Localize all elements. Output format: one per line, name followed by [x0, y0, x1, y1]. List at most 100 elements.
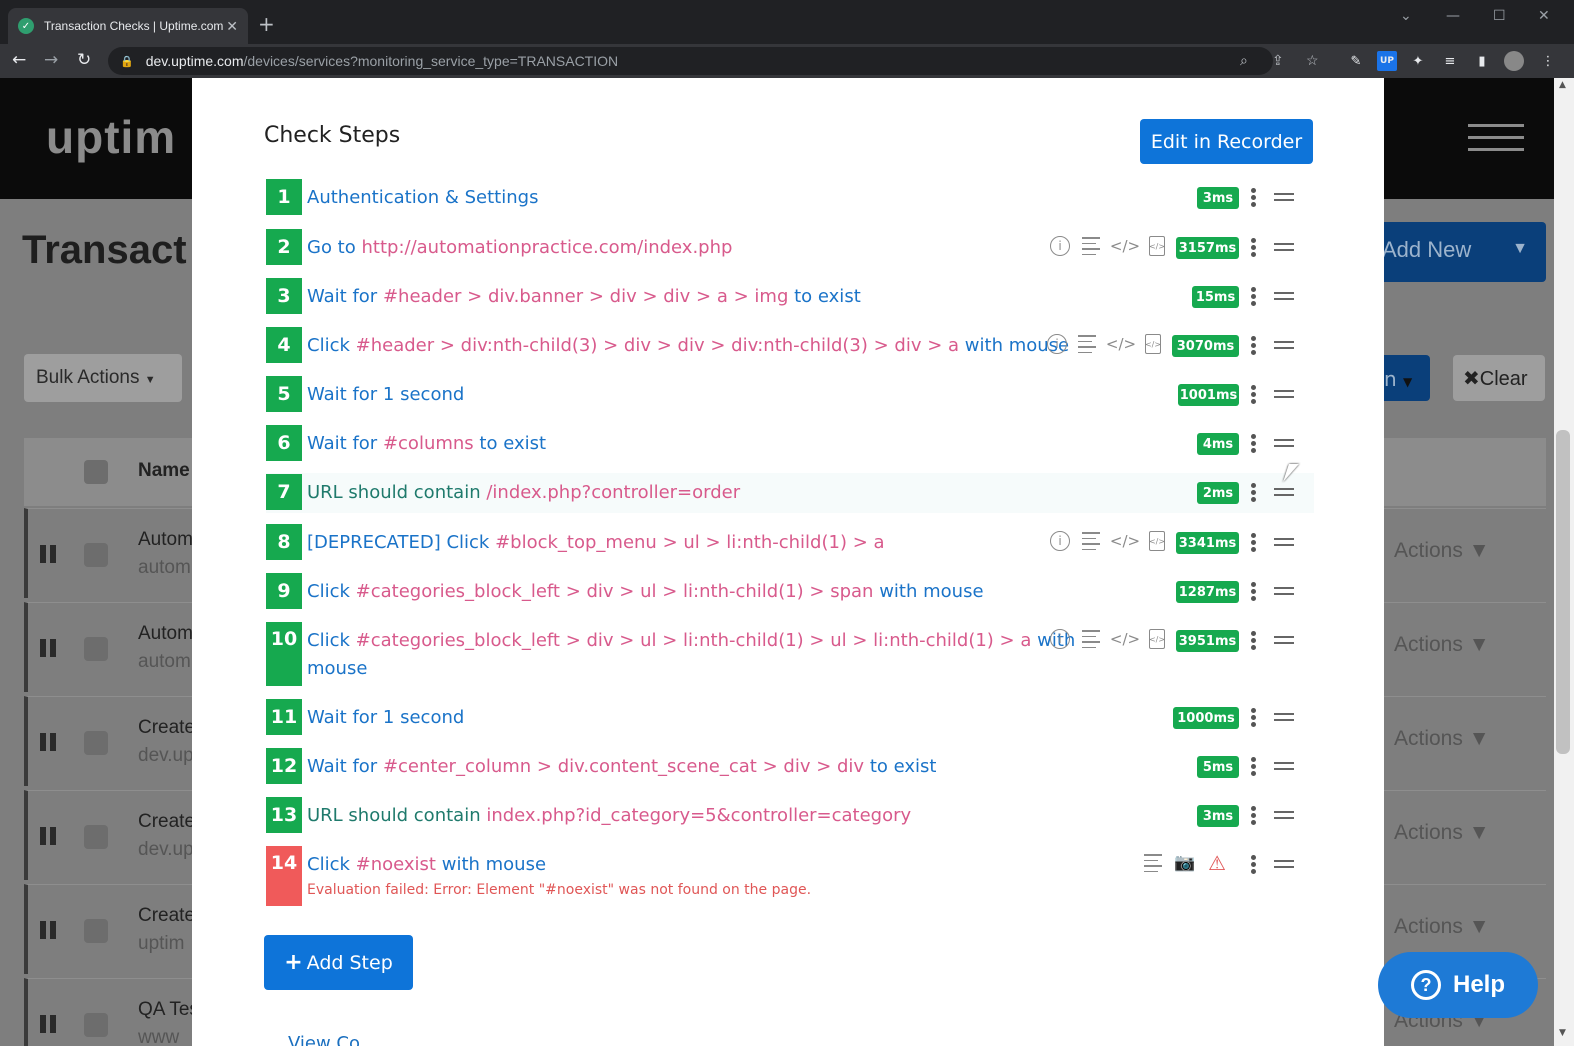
row-checkbox[interactable]	[84, 1013, 108, 1037]
step-row-failed[interactable]: 14 Click #noexist with mouse Evaluation …	[266, 846, 1314, 908]
row-name[interactable]: Autom	[138, 529, 193, 551]
row-name[interactable]: Create	[138, 717, 195, 739]
select-all-checkbox[interactable]	[84, 460, 108, 484]
browser-tab[interactable]: ✓ Transaction Checks | Uptime.com ✕	[8, 8, 248, 44]
step-menu-icon[interactable]	[1251, 434, 1257, 454]
tab-search-icon[interactable]: ⌄	[1400, 8, 1412, 24]
uptime-logo[interactable]: uptim	[46, 110, 176, 164]
info-icon[interactable]: i	[1050, 236, 1070, 256]
info-icon[interactable]: i	[1050, 629, 1070, 649]
warning-icon[interactable]: ⚠	[1206, 851, 1228, 875]
clear-button[interactable]: ✖Clear	[1453, 355, 1545, 401]
step-text[interactable]: Authentication & Settings	[307, 184, 538, 212]
step-text[interactable]: Click #noexist with mouse	[307, 851, 546, 879]
info-icon[interactable]: i	[1050, 531, 1070, 551]
drag-handle-icon[interactable]	[1274, 439, 1294, 451]
row-checkbox[interactable]	[84, 543, 108, 567]
close-window-icon[interactable]: ✕	[1538, 8, 1550, 24]
step-menu-icon[interactable]	[1251, 238, 1257, 258]
source-file-icon[interactable]: </>	[1149, 531, 1165, 551]
step-menu-icon[interactable]	[1251, 757, 1257, 777]
step-menu-icon[interactable]	[1251, 855, 1257, 875]
pause-icon[interactable]	[40, 733, 58, 751]
new-tab-icon[interactable]: +	[258, 14, 275, 34]
step-menu-icon[interactable]	[1251, 582, 1257, 602]
step-text[interactable]: Click #categories_block_left > div > ul …	[307, 627, 1075, 683]
step-menu-icon[interactable]	[1251, 336, 1257, 356]
pause-icon[interactable]	[40, 639, 58, 657]
actions-dropdown[interactable]: Actions ▼	[1394, 727, 1490, 751]
row-name[interactable]: Create	[138, 811, 195, 833]
step-menu-icon[interactable]	[1251, 806, 1257, 826]
row-checkbox[interactable]	[84, 825, 108, 849]
code-icon[interactable]: </>	[1110, 628, 1140, 650]
pause-icon[interactable]	[40, 827, 58, 845]
drag-handle-icon[interactable]	[1274, 587, 1294, 599]
address-bar[interactable]: 🔒 dev.uptime.com/devices/services?monito…	[108, 47, 1319, 75]
log-lines-icon[interactable]	[1144, 852, 1166, 874]
info-icon[interactable]: i	[1047, 334, 1067, 354]
browser-menu-icon[interactable]: ⋮	[1538, 51, 1558, 71]
step-row[interactable]: 6 Wait for #columns to exist 4ms	[266, 425, 1314, 463]
log-lines-icon[interactable]	[1082, 530, 1104, 552]
scroll-up-icon[interactable]: ▲	[1559, 80, 1566, 90]
extensions-puzzle-icon[interactable]: ✦	[1408, 51, 1428, 71]
step-menu-icon[interactable]	[1251, 708, 1257, 728]
actions-dropdown[interactable]: Actions ▼	[1394, 821, 1490, 845]
step-row[interactable]: 9 Click #categories_block_left > div > u…	[266, 573, 1314, 611]
reload-icon[interactable]: ↻	[77, 50, 91, 70]
page-scrollbar[interactable]: ▲ ▼	[1554, 78, 1574, 1046]
step-row[interactable]: 3 Wait for #header > div.banner > div > …	[266, 278, 1314, 316]
minimize-icon[interactable]: —	[1446, 8, 1460, 24]
code-icon[interactable]: </>	[1110, 530, 1140, 552]
step-text[interactable]: Wait for 1 second	[307, 381, 464, 409]
step-menu-icon[interactable]	[1251, 385, 1257, 405]
row-checkbox[interactable]	[84, 919, 108, 943]
step-row[interactable]: 5 Wait for 1 second 1001ms	[266, 376, 1314, 414]
chevron-down-icon[interactable]: ▼	[1512, 240, 1528, 258]
step-row[interactable]: 11 Wait for 1 second 1000ms	[266, 699, 1314, 737]
step-row[interactable]: 10 Click #categories_block_left > div > …	[266, 622, 1314, 688]
row-name[interactable]: Autom	[138, 623, 193, 645]
drag-handle-icon[interactable]	[1274, 762, 1294, 774]
maximize-icon[interactable]: ☐	[1493, 8, 1506, 24]
source-file-icon[interactable]: </>	[1149, 236, 1165, 256]
view-link[interactable]: View Co	[288, 1033, 360, 1046]
hamburger-menu-icon[interactable]	[1468, 124, 1524, 160]
drag-handle-icon[interactable]	[1274, 243, 1294, 255]
actions-dropdown[interactable]: Actions ▼	[1394, 539, 1490, 563]
zoom-icon[interactable]: ⌕	[1240, 52, 1248, 69]
drag-handle-icon[interactable]	[1274, 341, 1294, 353]
log-lines-icon[interactable]	[1082, 235, 1104, 257]
drag-handle-icon[interactable]	[1274, 538, 1294, 550]
add-step-button[interactable]: + Add Step	[264, 935, 413, 990]
source-file-icon[interactable]: </>	[1149, 629, 1165, 649]
tab-close-icon[interactable]: ✕	[226, 18, 238, 35]
step-menu-icon[interactable]	[1251, 533, 1257, 553]
drag-handle-icon[interactable]	[1274, 390, 1294, 402]
drag-handle-icon[interactable]	[1274, 713, 1294, 725]
drag-handle-icon[interactable]	[1274, 860, 1294, 872]
row-checkbox[interactable]	[84, 731, 108, 755]
step-menu-icon[interactable]	[1251, 188, 1257, 208]
code-icon[interactable]: </>	[1106, 333, 1136, 355]
step-text[interactable]: Go to http://automationpractice.com/inde…	[307, 234, 732, 262]
reading-list-icon[interactable]: ≡	[1440, 51, 1460, 71]
back-icon[interactable]: ←	[12, 50, 26, 70]
step-text[interactable]: Wait for #header > div.banner > div > di…	[307, 283, 861, 311]
step-text[interactable]: URL should contain /index.php?controller…	[307, 479, 740, 507]
extension-up-icon[interactable]: UP	[1377, 51, 1397, 71]
actions-dropdown[interactable]: Actions ▼	[1394, 915, 1490, 939]
step-row[interactable]: 2 Go to http://automationpractice.com/in…	[266, 229, 1314, 267]
column-name[interactable]: Name	[138, 460, 190, 482]
row-name[interactable]: QA Tes	[138, 999, 199, 1021]
side-panel-icon[interactable]: ▮	[1472, 51, 1492, 71]
pause-icon[interactable]	[40, 921, 58, 939]
scrollbar-thumb[interactable]	[1556, 430, 1570, 754]
drag-handle-icon[interactable]	[1274, 488, 1294, 500]
share-icon[interactable]: ⇪	[1272, 52, 1284, 69]
drag-handle-icon[interactable]	[1274, 193, 1294, 205]
pause-icon[interactable]	[40, 1015, 58, 1033]
source-file-icon[interactable]: </>	[1145, 334, 1161, 354]
step-text[interactable]: Wait for 1 second	[307, 704, 464, 732]
